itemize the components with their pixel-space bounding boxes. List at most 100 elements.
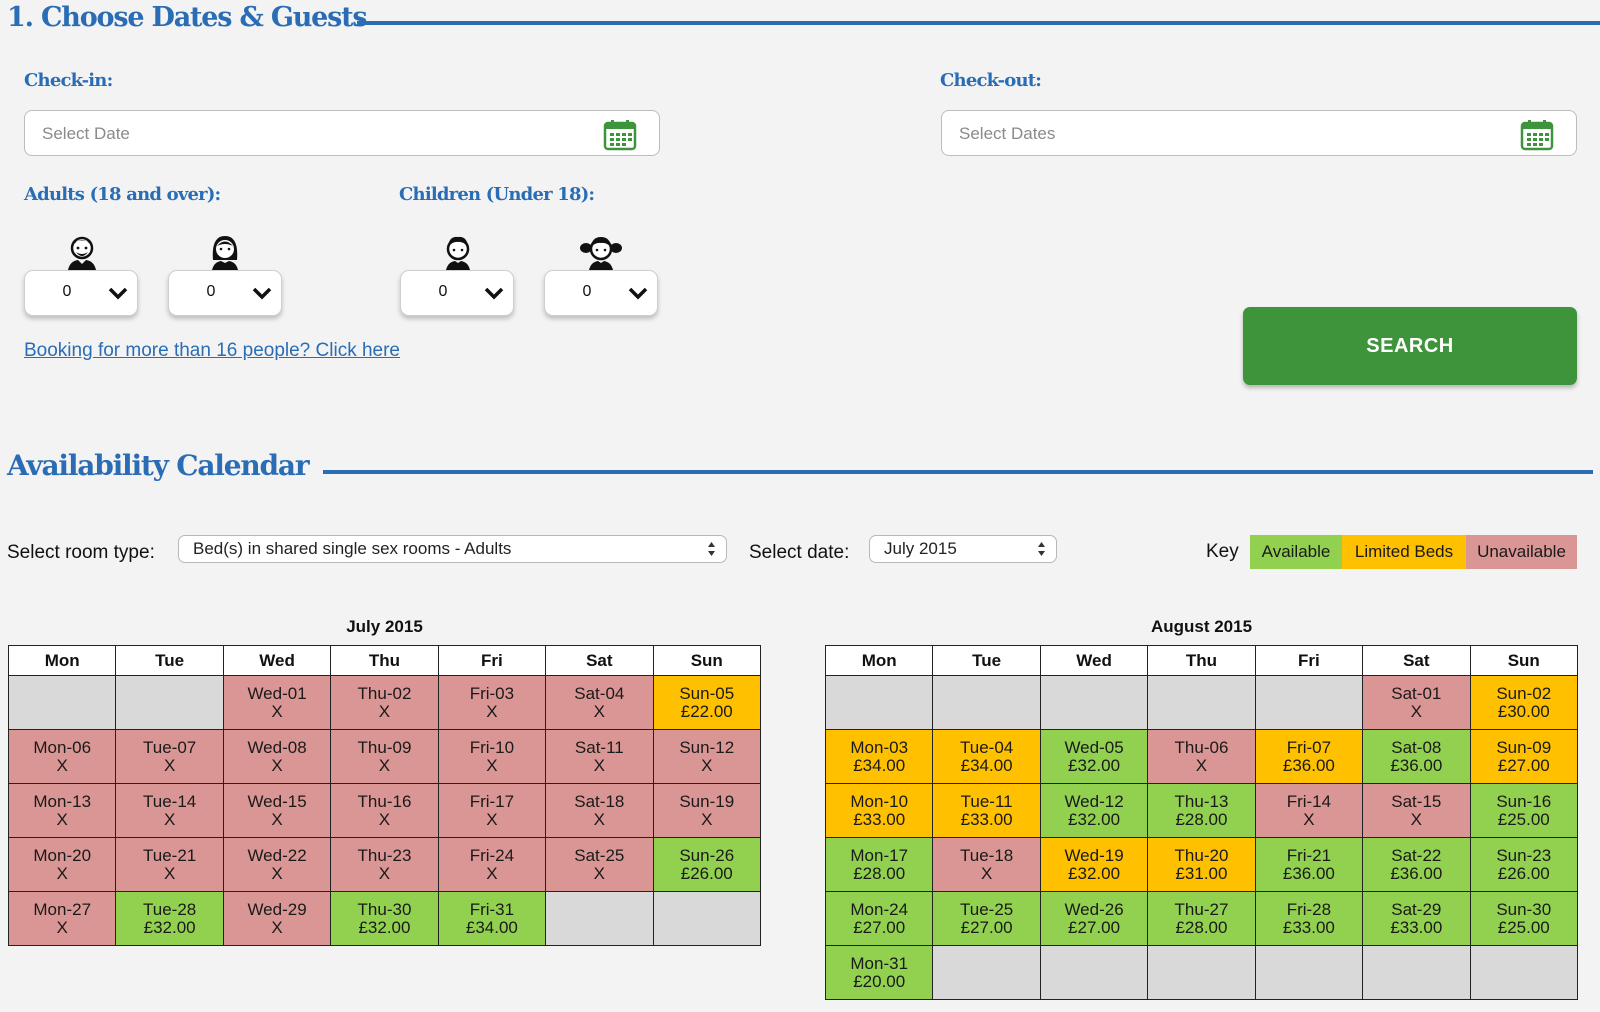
day-price-label: £36.00 (1282, 863, 1335, 883)
chevron-down-icon (484, 287, 504, 300)
day-price-label: £34.00 (853, 755, 906, 775)
day-cell-available[interactable]: Thu-13 £28.00 (1147, 783, 1256, 838)
day-cell-limited[interactable]: Sun-05 £22.00 (652, 675, 762, 730)
day-cell-limited[interactable]: Thu-20 £31.00 (1147, 837, 1256, 892)
day-cell-unavailable: Mon-06 X (7, 729, 117, 784)
checkout-date-field[interactable]: Select Dates (941, 110, 1577, 156)
day-cell-available[interactable]: Mon-31 £20.00 (824, 945, 934, 1000)
day-cell-unavailable: Sat-04 X (545, 675, 654, 730)
day-cell-limited[interactable]: Tue-04 £34.00 (932, 729, 1041, 784)
adults-male-value: 0 (62, 283, 72, 300)
day-cell-available[interactable]: Sun-26 £26.00 (652, 837, 762, 892)
day-date-label: Mon-20 (33, 845, 92, 865)
day-cell-limited[interactable]: Fri-07 £36.00 (1254, 729, 1364, 784)
day-cell-available[interactable]: Wed-05 £32.00 (1039, 729, 1149, 784)
day-cell-limited[interactable]: Sun-09 £27.00 (1469, 729, 1579, 784)
day-cell-unavailable: Mon-27 X (7, 891, 117, 946)
day-cell-limited[interactable]: Wed-19 £32.00 (1039, 837, 1149, 892)
day-cell-limited[interactable]: Tue-11 £33.00 (932, 783, 1041, 838)
day-cell-limited[interactable]: Sun-02 £30.00 (1469, 675, 1579, 730)
day-cell-available[interactable]: Sun-23 £26.00 (1469, 837, 1579, 892)
calendar-icon[interactable] (603, 119, 637, 151)
calendar-week-row: Mon-20 X Tue-21 X Wed-22 X Thu-23 X Fri-24 X Sat-2… (7, 837, 762, 892)
day-cell-available[interactable]: Tue-28 £32.00 (115, 891, 224, 946)
children-girl-select[interactable]: 0 (544, 270, 658, 316)
day-price-label: X (1303, 809, 1315, 829)
day-cell-available[interactable]: Wed-26 £27.00 (1039, 891, 1149, 946)
calendar-icon[interactable] (1520, 119, 1554, 151)
day-date-label: Wed-19 (1064, 845, 1124, 865)
day-cell-available[interactable]: Fri-28 £33.00 (1254, 891, 1364, 946)
day-cell-available[interactable]: Fri-31 £34.00 (437, 891, 547, 946)
day-price-label: £32.00 (143, 917, 196, 937)
day-cell-available[interactable]: Mon-24 £27.00 (824, 891, 934, 946)
key-unavailable: Unavailable (1466, 535, 1577, 569)
day-date-label: Wed-01 (247, 683, 307, 703)
day-price-label: X (56, 809, 68, 829)
day-date-label: Sat-18 (574, 791, 625, 811)
day-date-label: Fri-14 (1286, 791, 1332, 811)
day-price-label: X (271, 809, 283, 829)
day-price-label: X (593, 701, 605, 721)
day-date-label: Wed-05 (1064, 737, 1124, 757)
checkout-placeholder: Select Dates (959, 124, 1056, 143)
day-date-label: Sun-23 (1496, 845, 1552, 865)
day-cell-unavailable: Thu-09 X (330, 729, 439, 784)
adults-female-value: 0 (206, 283, 216, 300)
day-date-label: Wed-15 (247, 791, 307, 811)
children-boy-select[interactable]: 0 (400, 270, 514, 316)
day-cell-available[interactable]: Tue-25 £27.00 (932, 891, 1041, 946)
month-calendar-august: Mon Tue Wed Thu Fri Sat Sun Sat-01 X Sun-02 £30.0… (824, 645, 1579, 1000)
day-price-label: X (56, 755, 68, 775)
day-price-label: £32.00 (1068, 809, 1121, 829)
adults-female-select[interactable]: 0 (168, 270, 282, 316)
weekday-header: Sat (545, 645, 654, 676)
day-date-label: Fri-17 (469, 791, 515, 811)
day-cell-available[interactable]: Mon-17 £28.00 (824, 837, 934, 892)
day-cell-empty (652, 891, 762, 946)
room-type-select[interactable]: Bed(s) in shared single sex rooms - Adul… (178, 535, 727, 563)
day-cell-empty (932, 945, 1041, 1000)
weekday-header-row: Mon Tue Wed Thu Fri Sat Sun (824, 645, 1579, 676)
day-price-label: £27.00 (853, 917, 906, 937)
calendar-month-title: July 2015 (346, 617, 423, 636)
day-date-label: Fri-10 (469, 737, 515, 757)
day-cell-unavailable: Sat-11 X (545, 729, 654, 784)
group-booking-link[interactable]: Booking for more than 16 people? Click h… (24, 340, 400, 362)
day-date-label: Fri-28 (1286, 899, 1332, 919)
day-cell-available[interactable]: Sun-30 £25.00 (1469, 891, 1579, 946)
date-select[interactable]: July 2015 (869, 535, 1057, 563)
day-price-label: £31.00 (1175, 863, 1228, 883)
day-cell-limited[interactable]: Mon-03 £34.00 (824, 729, 934, 784)
day-price-label: X (1410, 809, 1422, 829)
day-cell-unavailable: Fri-17 X (437, 783, 547, 838)
calendar-week-row: Mon-27 X Tue-28 £32.00 Wed-29 X Thu-30 £32.00 Fr… (7, 891, 762, 946)
checkin-date-field[interactable]: Select Date (24, 110, 660, 156)
day-price-label: X (271, 917, 283, 937)
day-price-label: X (701, 809, 713, 829)
day-cell-available[interactable]: Thu-27 £28.00 (1147, 891, 1256, 946)
checkin-label: Check-in: (24, 70, 113, 91)
day-date-label: Tue-28 (143, 899, 197, 919)
day-cell-available[interactable]: Sat-22 £36.00 (1362, 837, 1471, 892)
day-cell-available[interactable]: Wed-12 £32.00 (1039, 783, 1149, 838)
day-cell-unavailable: Tue-07 X (115, 729, 224, 784)
day-date-label: Sat-04 (574, 683, 625, 703)
day-cell-unavailable: Fri-10 X (437, 729, 547, 784)
adults-male-select[interactable]: 0 (24, 270, 138, 316)
day-cell-available[interactable]: Fri-21 £36.00 (1254, 837, 1364, 892)
day-date-label: Thu-27 (1174, 899, 1229, 919)
day-date-label: Thu-09 (357, 737, 412, 757)
weekday-header: Wed (1039, 645, 1149, 676)
day-cell-available[interactable]: Sun-16 £25.00 (1469, 783, 1579, 838)
day-cell-unavailable: Sun-19 X (652, 783, 762, 838)
day-cell-available[interactable]: Thu-30 £32.00 (330, 891, 439, 946)
day-cell-available[interactable]: Sat-08 £36.00 (1362, 729, 1471, 784)
search-button[interactable]: SEARCH (1243, 307, 1577, 385)
day-cell-unavailable: Fri-03 X (437, 675, 547, 730)
day-price-label: £28.00 (1175, 917, 1228, 937)
day-cell-available[interactable]: Sat-29 £33.00 (1362, 891, 1471, 946)
day-cell-limited[interactable]: Mon-10 £33.00 (824, 783, 934, 838)
day-price-label: X (486, 701, 498, 721)
girl-icon (580, 237, 622, 270)
